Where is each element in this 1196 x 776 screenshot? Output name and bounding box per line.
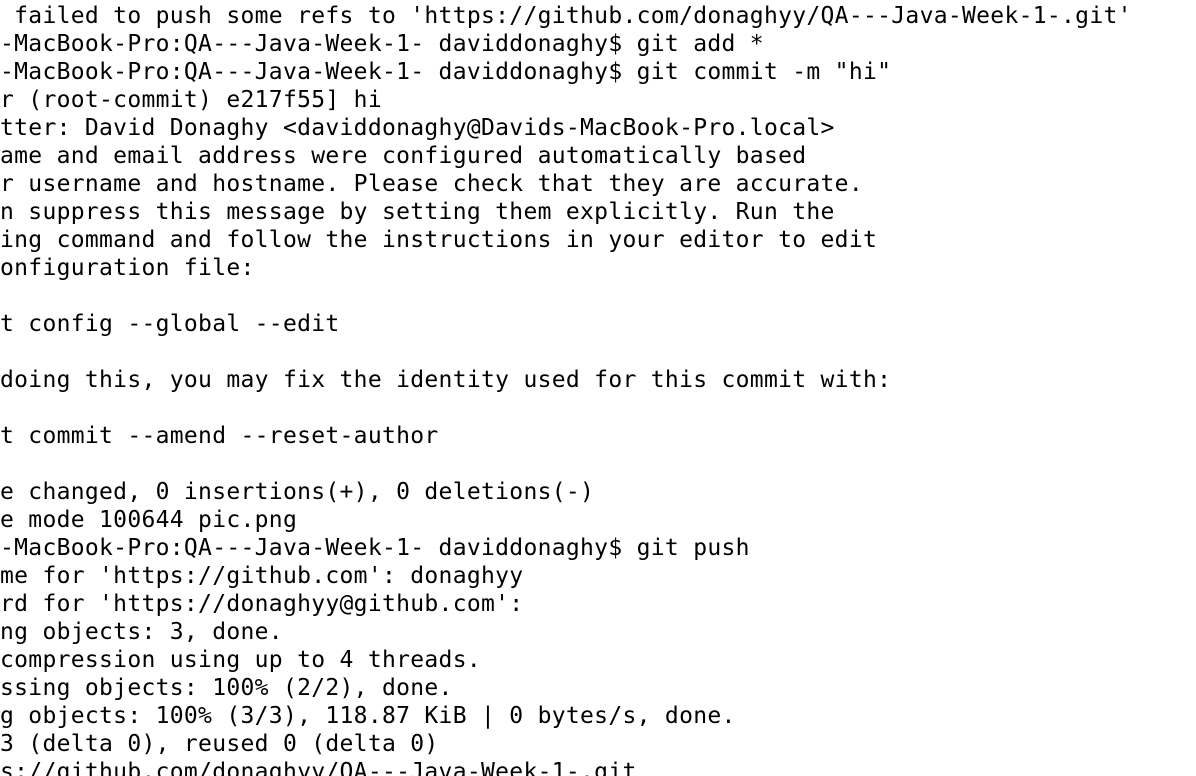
terminal-line: tter: David Donaghy <daviddonaghy@Davids… xyxy=(0,115,835,141)
terminal-line: -MacBook-Pro:QA---Java-Week-1- daviddona… xyxy=(0,31,764,57)
terminal-line: failed to push some refs to 'https://git… xyxy=(0,3,1132,29)
terminal-line: ing command and follow the instructions … xyxy=(0,227,878,253)
terminal-line: compression using up to 4 threads. xyxy=(0,647,482,673)
terminal-line: ame and email address were configured au… xyxy=(0,143,807,169)
terminal-line: me for 'https://github.com': donaghyy xyxy=(0,563,524,589)
terminal-line: r (root-commit) e217f55] hi xyxy=(0,87,382,113)
terminal-line: t config --global --edit xyxy=(0,311,340,337)
terminal-line: t commit --amend --reset-author xyxy=(0,423,439,449)
terminal-line: ng objects: 3, done. xyxy=(0,619,283,645)
terminal-line: -MacBook-Pro:QA---Java-Week-1- daviddona… xyxy=(0,535,750,561)
terminal-line: s://github.com/donaghyy/QA---Java-Week-1… xyxy=(0,759,637,776)
terminal-line: onfiguration file: xyxy=(0,255,255,281)
terminal-line: rd for 'https://donaghyy@github.com': xyxy=(0,591,524,617)
terminal-line: doing this, you may fix the identity use… xyxy=(0,367,892,393)
terminal-output: failed to push some refs to 'https://git… xyxy=(0,2,1132,776)
terminal-line: ssing objects: 100% (2/2), done. xyxy=(0,675,453,701)
terminal-line: -MacBook-Pro:QA---Java-Week-1- daviddona… xyxy=(0,59,892,85)
terminal-window[interactable]: failed to push some refs to 'https://git… xyxy=(0,0,1196,776)
terminal-line: n suppress this message by setting them … xyxy=(0,199,835,225)
terminal-line: e changed, 0 insertions(+), 0 deletions(… xyxy=(0,479,595,505)
terminal-line: g objects: 100% (3/3), 118.87 KiB | 0 by… xyxy=(0,703,736,729)
terminal-line: e mode 100644 pic.png xyxy=(0,507,298,533)
terminal-line: 3 (delta 0), reused 0 (delta 0) xyxy=(0,731,439,757)
terminal-line: r username and hostname. Please check th… xyxy=(0,171,863,197)
